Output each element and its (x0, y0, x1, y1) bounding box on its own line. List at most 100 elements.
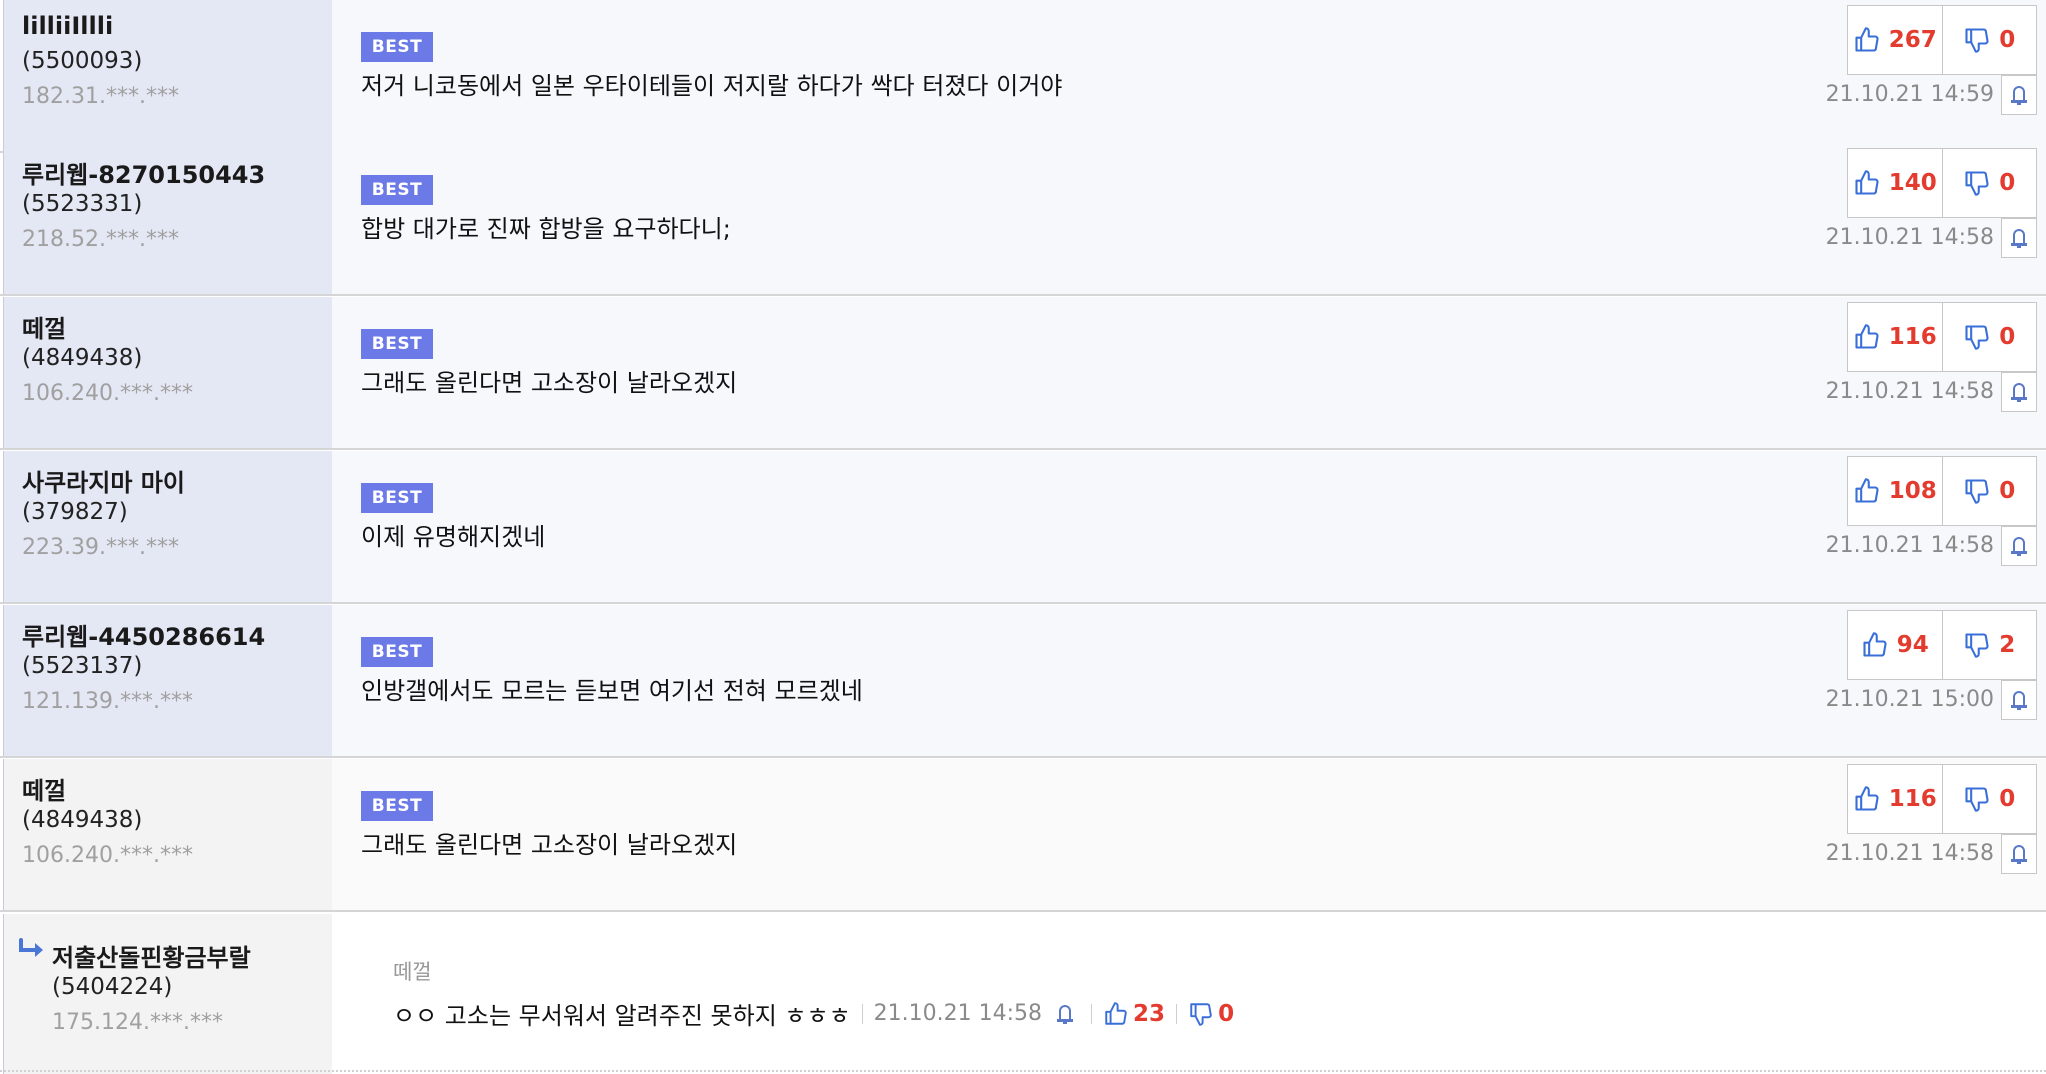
best-badge: BEST (361, 483, 433, 513)
vote-box: 94 2 (1847, 610, 2037, 680)
thumbs-up-icon (1103, 1001, 1129, 1027)
downvote-count: 0 (1999, 786, 2016, 812)
vote-box: 108 0 (1847, 456, 2037, 526)
comment-row: 루리웹-8270150443 (5523331) 218.52.***.*** … (0, 143, 2046, 296)
upvote-count: 140 (1888, 170, 1937, 196)
upvote-count: 116 (1888, 786, 1937, 812)
thumbs-up-icon (1853, 323, 1881, 351)
author-user-id: (4849438) (22, 345, 143, 371)
vote-box: 140 0 (1847, 148, 2037, 218)
author-nickname[interactable]: 루리웹-8270150443 (22, 155, 265, 190)
upvote-button[interactable]: 108 (1848, 457, 1942, 525)
report-button[interactable] (2001, 526, 2037, 566)
downvote-count: 0 (1999, 478, 2016, 504)
thumbs-down-icon (1963, 169, 1991, 197)
comment-date: 21.10.21 14:58 (1825, 533, 1994, 558)
downvote-button[interactable]: 0 (1941, 6, 2037, 74)
bell-icon (2009, 535, 2029, 557)
comment-author: 루리웹-4450286614 (5523137) 121.139.***.*** (3, 605, 332, 756)
downvote-button[interactable]: 2 (1941, 611, 2037, 679)
divider (0, 1070, 2046, 1072)
thumbs-down-icon (1963, 477, 1991, 505)
comment-text: 그래도 올린다면 고소장이 날라오겠지 (361, 831, 738, 859)
report-button[interactable] (2001, 372, 2037, 412)
divider (1091, 1003, 1093, 1024)
author-user-id: (4849438) (22, 807, 143, 833)
upvote-button[interactable]: 267 (1848, 6, 1942, 74)
thumbs-down-icon (1963, 785, 1991, 813)
downvote-button[interactable]: 0 (1941, 149, 2037, 217)
author-nickname[interactable]: 사쿠라지마 마이 (22, 463, 185, 498)
upvote-button[interactable]: 116 (1848, 303, 1942, 371)
author-user-id: (379827) (22, 499, 128, 525)
divider (1176, 1003, 1178, 1024)
comment-author: lilliiIllli (5500093) 182.31.***.*** (3, 0, 332, 151)
comment-author: 떼껄 (4849438) 106.240.***.*** (3, 759, 332, 910)
best-badge: BEST (361, 791, 433, 821)
comment-text: 이제 유명해지겠네 (361, 523, 546, 551)
author-user-id: (5523331) (22, 191, 143, 217)
reply-date: 21.10.21 14:58 (873, 1001, 1043, 1026)
upvote-button[interactable]: 116 (1848, 765, 1942, 833)
author-nickname[interactable]: 루리웹-4450286614 (22, 617, 265, 652)
best-badge: BEST (361, 175, 433, 205)
comment-date: 21.10.21 14:58 (1825, 841, 1994, 866)
comment-content: BEST 이제 유명해지겠네 108 0 21.10.21 14:58 (332, 451, 2046, 602)
author-user-id: (5500093) (22, 48, 143, 74)
upvote-button[interactable]: 140 (1848, 149, 1942, 217)
author-ip: 175.124.***.*** (52, 1010, 223, 1035)
downvote-button[interactable]: 0 (1188, 1001, 1234, 1027)
downvote-count: 0 (1999, 27, 2016, 53)
comment-content: BEST 그래도 올린다면 고소장이 날라오겠지 116 0 21.10.21 … (332, 297, 2046, 448)
upvote-count: 108 (1888, 478, 1937, 504)
downvote-button[interactable]: 0 (1941, 765, 2037, 833)
comment-row: 사쿠라지마 마이 (379827) 223.39.***.*** BEST 이제… (0, 451, 2046, 604)
comment-text: 합방 대가로 진짜 합방을 요구하다니; (361, 215, 731, 243)
comment-row: 루리웹-4450286614 (5523137) 121.139.***.***… (0, 605, 2046, 758)
report-button[interactable] (2001, 680, 2037, 720)
author-user-id: (5404224) (52, 974, 173, 1000)
author-user-id: (5523137) (22, 653, 143, 679)
thumbs-up-icon (1853, 169, 1881, 197)
author-nickname[interactable]: 저출산돌핀황금부랄 (52, 938, 251, 973)
report-button[interactable] (2001, 218, 2037, 258)
thumbs-down-icon (1963, 26, 1991, 54)
comment-date: 21.10.21 14:58 (1825, 225, 1994, 250)
author-ip: 106.240.***.*** (22, 843, 193, 868)
author-ip: 121.139.***.*** (22, 689, 193, 714)
upvote-count: 267 (1888, 27, 1937, 53)
bell-icon (2009, 84, 2029, 106)
downvote-button[interactable]: 0 (1941, 457, 2037, 525)
upvote-button[interactable]: 23 (1103, 1001, 1165, 1027)
comment-content: BEST 합방 대가로 진짜 합방을 요구하다니; 140 0 21.10.21… (332, 143, 2046, 294)
author-nickname[interactable]: 떼껄 (22, 309, 66, 344)
best-badge: BEST (361, 637, 433, 667)
report-button[interactable] (2001, 75, 2037, 115)
thumbs-up-icon (1853, 26, 1881, 54)
comment-content: BEST 그래도 올린다면 고소장이 날라오겠지 116 0 21.10.21 … (332, 759, 2046, 910)
comment-author: 루리웹-8270150443 (5523331) 218.52.***.*** (3, 143, 332, 294)
reply-author: 저출산돌핀황금부랄 (5404224) 175.124.***.*** (3, 914, 332, 1074)
thumbs-down-icon (1963, 323, 1991, 351)
thumbs-up-icon (1853, 785, 1881, 813)
bell-icon (2009, 689, 2029, 711)
best-badge: BEST (361, 329, 433, 359)
comment-text: 인방갤에서도 모르는 듣보면 여기선 전혀 모르겠네 (361, 677, 863, 705)
parent-comment-author[interactable]: 떼껄 (393, 956, 432, 986)
reply-row: 저출산돌핀황금부랄 (5404224) 175.124.***.*** 떼껄 ㅇ… (0, 914, 2046, 1074)
upvote-button[interactable]: 94 (1848, 611, 1942, 679)
thumbs-down-icon (1188, 1001, 1214, 1027)
thumbs-down-icon (1963, 631, 1991, 659)
author-ip: 223.39.***.*** (22, 535, 179, 560)
downvote-count: 2 (1999, 632, 2016, 658)
author-nickname[interactable]: lilliiIllli (22, 12, 113, 40)
bell-icon[interactable] (1054, 1003, 1076, 1025)
vote-box: 267 0 (1847, 5, 2037, 75)
divider (861, 1003, 863, 1024)
bell-icon (2009, 843, 2029, 865)
comment-date: 21.10.21 14:58 (1825, 379, 1994, 404)
vote-box: 116 0 (1847, 764, 2037, 834)
downvote-button[interactable]: 0 (1941, 303, 2037, 371)
report-button[interactable] (2001, 834, 2037, 874)
author-nickname[interactable]: 떼껄 (22, 771, 66, 806)
